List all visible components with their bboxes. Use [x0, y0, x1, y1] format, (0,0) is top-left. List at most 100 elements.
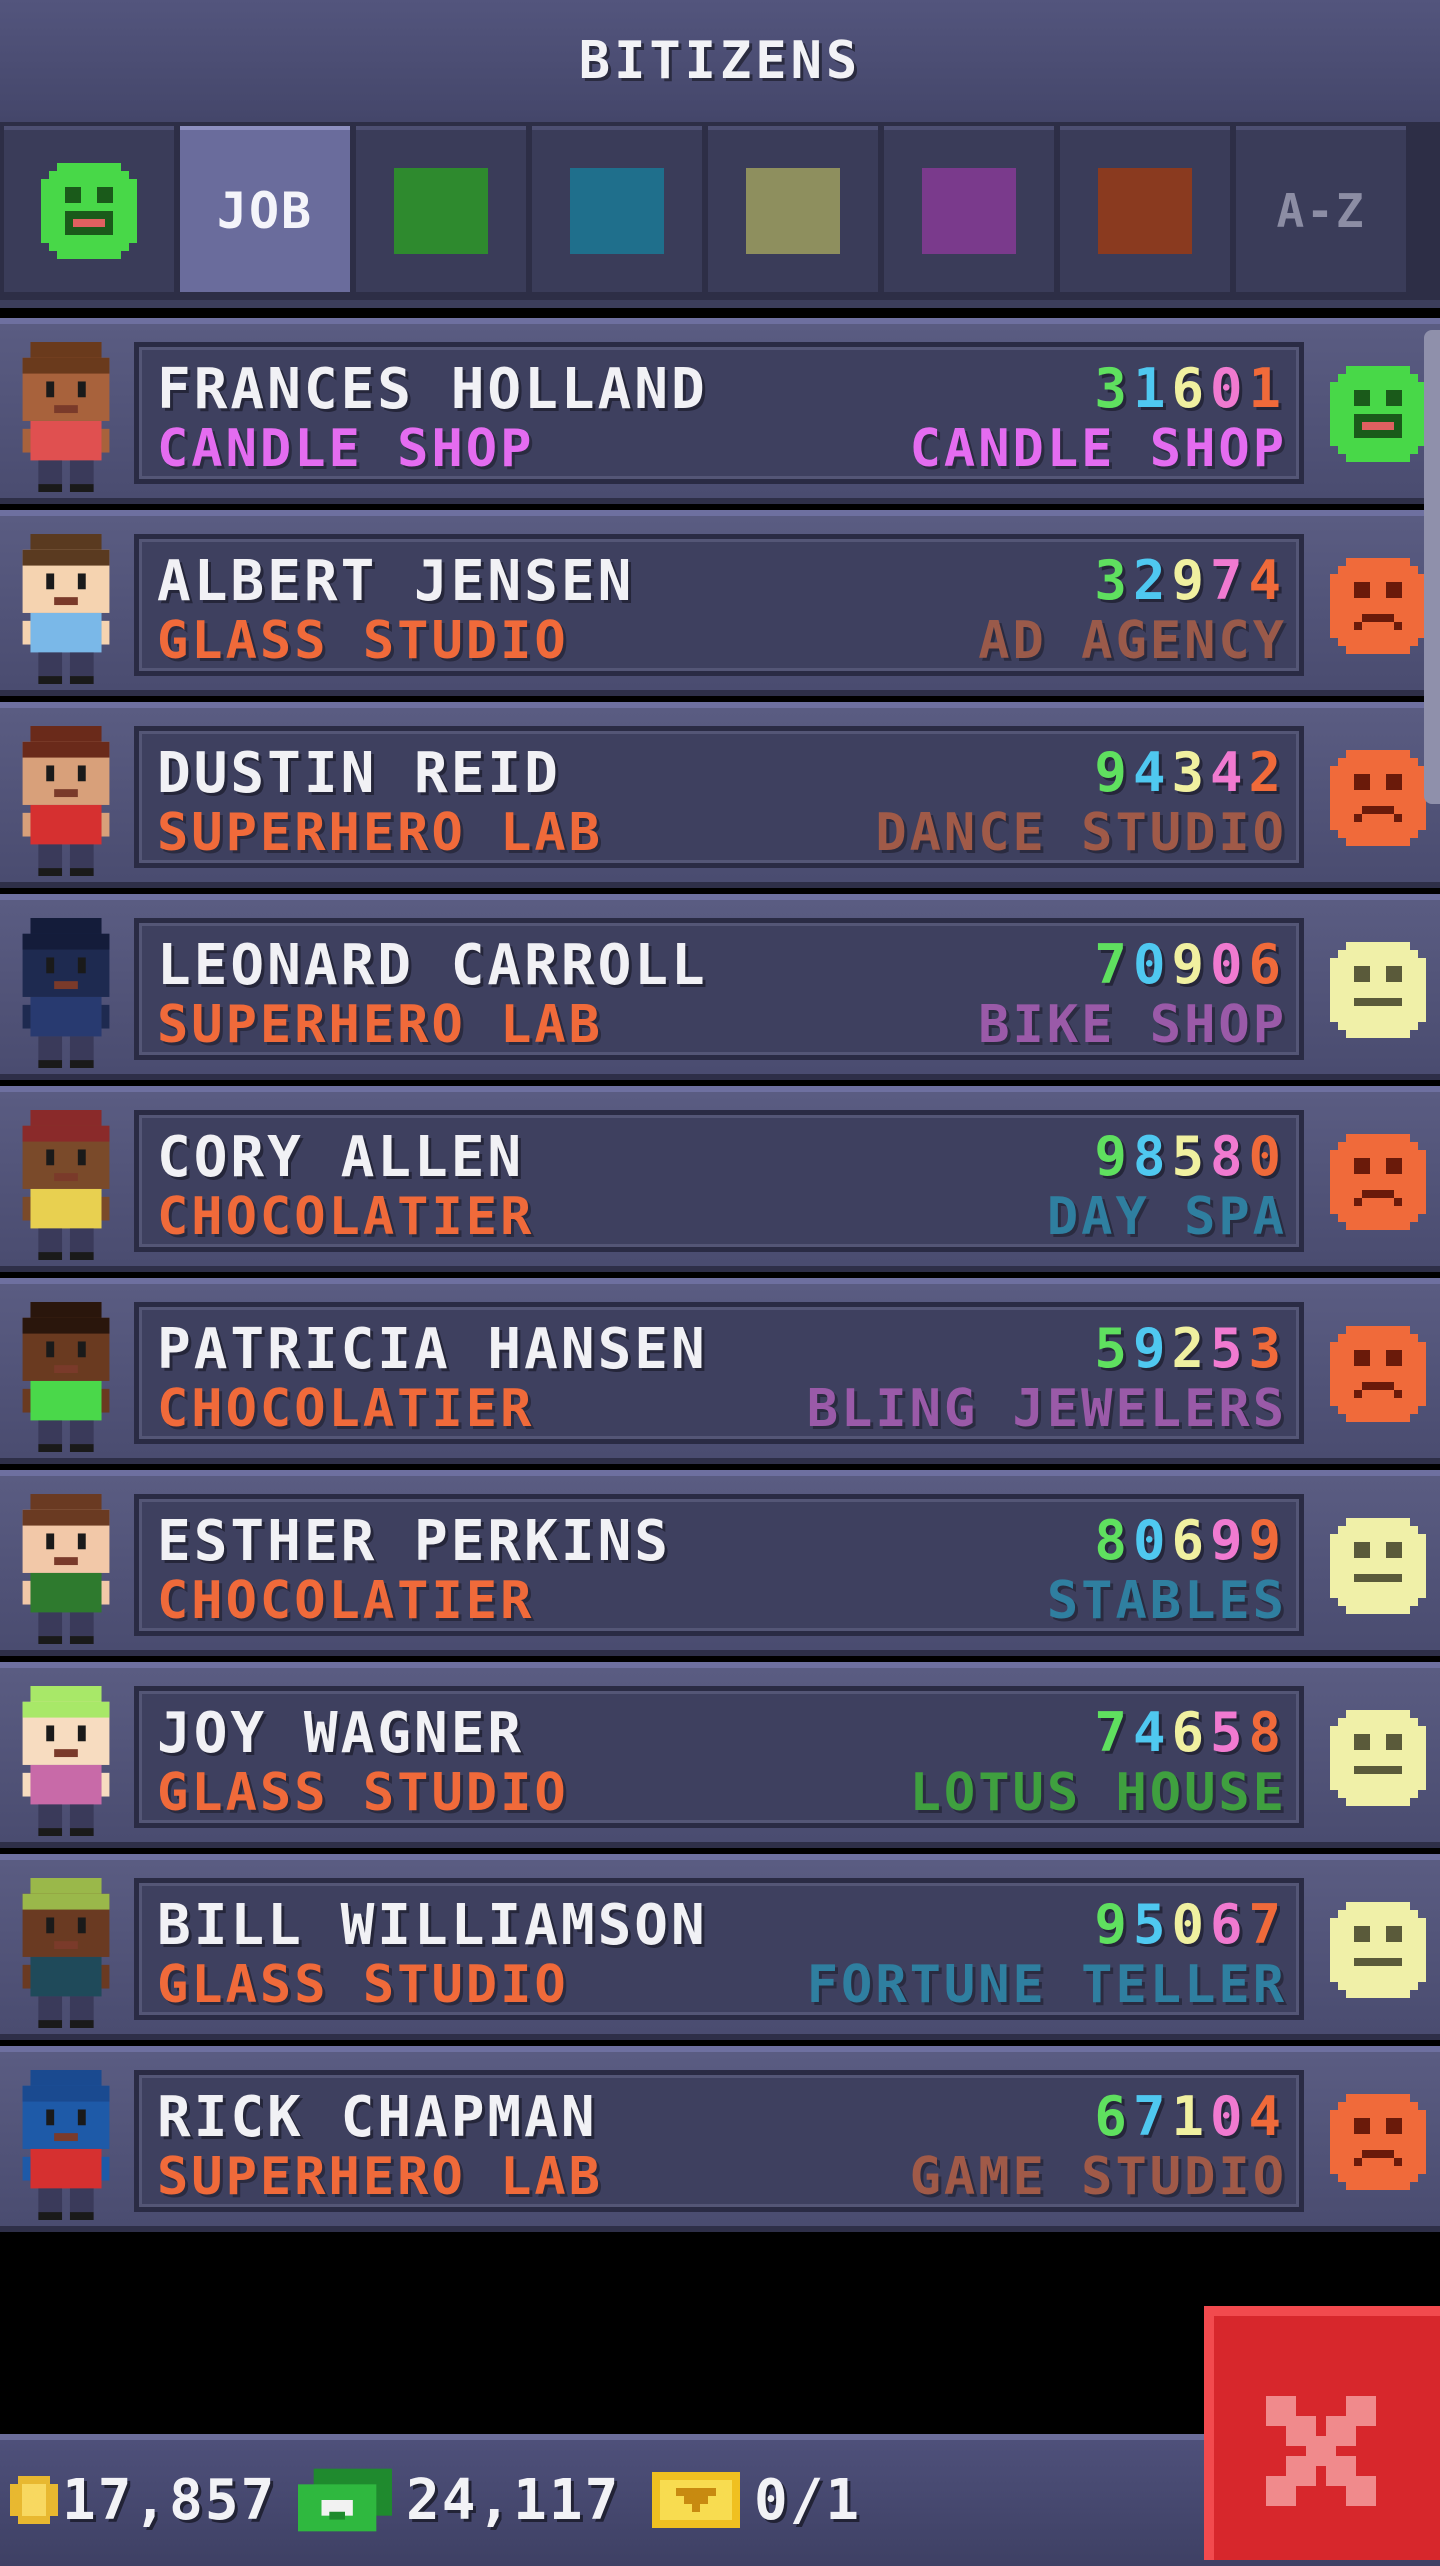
bitizen-row[interactable]: BILL WILLIAMSON 95067 GLASS STUDIO FORTUNE …	[0, 1854, 1440, 2040]
stat-digit: 1	[1248, 357, 1287, 420]
stat-digit: 4	[1248, 549, 1287, 612]
happy-face-icon	[41, 163, 137, 259]
bitizen-avatar	[22, 1110, 110, 1260]
bitizen-avatar	[22, 1302, 110, 1452]
bitizen-home: CHOCOLATIER	[157, 1187, 535, 1247]
bitizen-workplace: FORTUNE TELLER	[806, 1955, 1287, 2015]
bitizen-row[interactable]: FRANCES HOLLAND 31601 CANDLE SHOP CANDLE SH…	[0, 318, 1440, 504]
tab-mood[interactable]	[4, 126, 174, 292]
bitizen-row[interactable]: JOY WAGNER 74658 GLASS STUDIO LOTUS HOUSE	[0, 1662, 1440, 1848]
bitizen-row[interactable]: ESTHER PERKINS 80699 CHOCOLATIER STABLES	[0, 1470, 1440, 1656]
bitizen-name: PATRICIA HANSEN	[157, 1317, 708, 1382]
bitizen-info-panel: PATRICIA HANSEN 59253 CHOCOLATIER BLING JEW…	[134, 1302, 1304, 1444]
tab-color-5[interactable]	[884, 126, 1054, 292]
tab-label: A-Z	[1276, 184, 1366, 238]
bitizen-workplace: DANCE STUDIO	[875, 803, 1287, 863]
bitizen-name: CORY ALLEN	[157, 1125, 525, 1190]
bitizen-row[interactable]: CORY ALLEN 98580 CHOCOLATIER DAY SPA	[0, 1086, 1440, 1272]
bitizen-stats: 70906	[1094, 933, 1287, 996]
tab-a-z[interactable]: A-Z	[1236, 126, 1406, 292]
stat-digit: 0	[1132, 1509, 1172, 1572]
stat-digit: 5	[1209, 1701, 1249, 1764]
bitizen-info-panel: ALBERT JENSEN 32974 GLASS STUDIO AD AGENCY	[134, 534, 1304, 676]
bitizen-row[interactable]: RICK CHAPMAN 67104 SUPERHERO LAB GAME STUDI…	[0, 2046, 1440, 2232]
stat-digit: 9	[1209, 1509, 1249, 1572]
stat-digit: 7	[1209, 549, 1249, 612]
bitizen-home: GLASS STUDIO	[157, 611, 569, 671]
color-swatch	[394, 168, 488, 254]
bux-icon	[298, 2468, 392, 2532]
bitizen-stats: 59253	[1094, 1317, 1287, 1380]
tab-job[interactable]: JOB	[180, 126, 350, 292]
stat-digit: 9	[1132, 1317, 1172, 1380]
bitizen-avatar	[22, 726, 110, 876]
bitizen-stats: 67104	[1094, 2085, 1287, 2148]
stat-digit: 7	[1132, 2085, 1172, 2148]
color-swatch	[922, 168, 1016, 254]
close-button[interactable]	[1204, 2306, 1440, 2560]
bux-value: 24,117	[406, 2467, 621, 2533]
title-bar: BITIZENS	[0, 0, 1440, 126]
stat-digit: 2	[1132, 549, 1172, 612]
stat-digit: 5	[1094, 1317, 1133, 1380]
bitizen-workplace: AD AGENCY	[978, 611, 1287, 671]
bitizen-info-panel: LEONARD CARROLL 70906 SUPERHERO LAB BIKE SH…	[134, 918, 1304, 1060]
bitizen-row[interactable]: LEONARD CARROLL 70906 SUPERHERO LAB BIKE SH…	[0, 894, 1440, 1080]
stat-digit: 9	[1094, 741, 1133, 804]
bitizen-avatar	[22, 1878, 110, 2028]
scrollbar[interactable]	[1424, 330, 1440, 804]
bitizen-stats: 32974	[1094, 549, 1287, 612]
bitizen-row[interactable]: PATRICIA HANSEN 59253 CHOCOLATIER BLING JEW…	[0, 1278, 1440, 1464]
tab-color-4[interactable]	[708, 126, 878, 292]
stat-digit: 9	[1094, 1893, 1133, 1956]
stat-digit: 4	[1132, 741, 1172, 804]
bitizen-info-panel: CORY ALLEN 98580 CHOCOLATIER DAY SPA	[134, 1110, 1304, 1252]
bitizen-info-panel: JOY WAGNER 74658 GLASS STUDIO LOTUS HOUSE	[134, 1686, 1304, 1828]
stat-digit: 3	[1248, 1317, 1287, 1380]
bux-stat: 24,117	[298, 2460, 620, 2540]
bitizen-stats: 31601	[1094, 357, 1287, 420]
bitizen-workplace: BLING JEWELERS	[806, 1379, 1287, 1439]
color-swatch	[570, 168, 664, 254]
bitizen-workplace: GAME STUDIO	[909, 2147, 1287, 2207]
bitizen-avatar	[22, 1494, 110, 1644]
stat-digit: 3	[1171, 741, 1210, 804]
stat-digit: 8	[1209, 1125, 1249, 1188]
bitizen-workplace: STABLES	[1046, 1571, 1287, 1631]
tab-color-6[interactable]	[1060, 126, 1230, 292]
coins-stat: 17,857	[6, 2460, 276, 2540]
neutral-face-icon	[1330, 942, 1426, 1038]
bitizen-name: BILL WILLIAMSON	[157, 1893, 708, 1958]
bitizen-avatar	[22, 534, 110, 684]
stat-digit: 4	[1132, 1701, 1172, 1764]
bitizen-name: LEONARD CARROLL	[157, 933, 708, 998]
sad-face-icon	[1330, 2094, 1426, 2190]
bitizen-home: SUPERHERO LAB	[157, 995, 603, 1055]
stat-digit: 3	[1094, 549, 1133, 612]
stat-digit: 6	[1171, 1509, 1210, 1572]
tickets-value: 0/1	[754, 2467, 862, 2533]
bitizen-workplace: LOTUS HOUSE	[909, 1763, 1287, 1823]
stat-digit: 3	[1094, 357, 1133, 420]
stat-digit: 6	[1094, 2085, 1133, 2148]
stat-digit: 7	[1094, 933, 1133, 996]
bitizen-info-panel: DUSTIN REID 94342 SUPERHERO LAB DANCE STUDI…	[134, 726, 1304, 868]
bitizen-stats: 80699	[1094, 1509, 1287, 1572]
bitizen-home: GLASS STUDIO	[157, 1955, 569, 2015]
bitizen-name: ALBERT JENSEN	[157, 549, 635, 614]
bitizen-stats: 74658	[1094, 1701, 1287, 1764]
bitizen-stats: 94342	[1094, 741, 1287, 804]
stat-digit: 0	[1209, 357, 1249, 420]
color-swatch	[1098, 168, 1192, 254]
coin-icon	[10, 2476, 58, 2524]
bitizen-row[interactable]: ALBERT JENSEN 32974 GLASS STUDIO AD AGENCY	[0, 510, 1440, 696]
tab-color-2[interactable]	[356, 126, 526, 292]
stat-digit: 7	[1094, 1701, 1133, 1764]
stat-digit: 1	[1132, 357, 1172, 420]
filter-tabs: JOB A-Z	[0, 122, 1440, 308]
sad-face-icon	[1330, 558, 1426, 654]
bitizen-row[interactable]: DUSTIN REID 94342 SUPERHERO LAB DANCE STUDI…	[0, 702, 1440, 888]
tab-color-3[interactable]	[532, 126, 702, 292]
bitizen-home: SUPERHERO LAB	[157, 803, 603, 863]
tickets-stat: 0/1	[652, 2460, 861, 2540]
